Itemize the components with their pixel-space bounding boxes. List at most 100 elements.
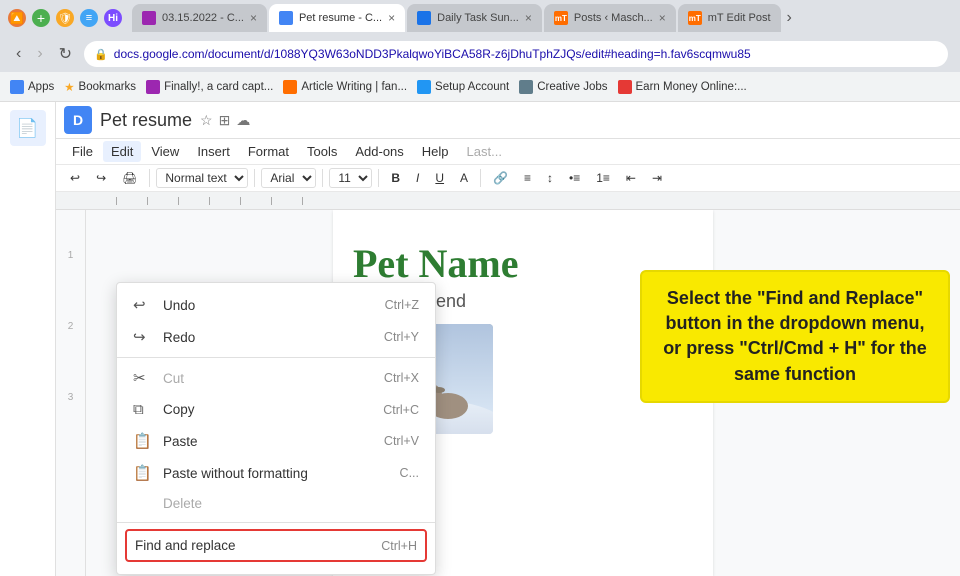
creative-favicon	[519, 80, 533, 94]
bookmark-creative[interactable]: Creative Jobs	[519, 80, 607, 94]
menu-help[interactable]: Help	[414, 141, 457, 162]
align-left-btn[interactable]: ≡	[518, 169, 537, 187]
separator-5	[480, 169, 481, 187]
tab-close-petresume[interactable]: ×	[388, 11, 395, 25]
redo-menu-icon: ↪	[133, 328, 153, 346]
content-with-overlay: 1 2 3 Pet Name My best friend	[56, 210, 960, 576]
redo-toolbar-btn[interactable]: ↪	[90, 169, 112, 187]
menu-file[interactable]: File	[64, 141, 101, 162]
apps-favicon	[10, 80, 24, 94]
text-color-btn[interactable]: A	[454, 169, 474, 187]
menu-item-paste[interactable]: 📋 Paste Ctrl+V	[117, 425, 435, 457]
bold-btn[interactable]: B	[385, 169, 406, 187]
reload-button[interactable]: ↻	[55, 42, 76, 66]
bookmark-setup[interactable]: Setup Account	[417, 80, 509, 94]
menu-item-undo[interactable]: ↩ Undo Ctrl+Z	[117, 289, 435, 321]
menu-format[interactable]: Format	[240, 141, 297, 162]
doc-title-icons: ☆ ⊞ ☁	[200, 112, 250, 129]
tab-label-posts: Posts ‹ Masch...	[574, 12, 653, 24]
doc-title-area: D Pet resume ☆ ⊞ ☁	[64, 106, 250, 134]
bullet-list-btn[interactable]: •≡	[563, 169, 586, 187]
move-icon[interactable]: ⊞	[219, 112, 231, 129]
tab-petresume[interactable]: Pet resume - C... ×	[269, 4, 405, 32]
menu-divider-1	[117, 357, 435, 358]
font-size-select[interactable]: 11	[329, 168, 372, 188]
margin-num-3: 3	[68, 392, 74, 403]
menu-item-cut[interactable]: ✂ Cut Ctrl+X	[117, 362, 435, 394]
edit-dropdown-menu: ↩ Undo Ctrl+Z ↪ Redo Ctrl+Y ✂ Cut Ctrl+X…	[116, 282, 436, 575]
star-title-icon[interactable]: ☆	[200, 112, 213, 129]
doc-area: D Pet resume ☆ ⊞ ☁ File Edit View Insert…	[56, 102, 960, 576]
star-icon: ★	[64, 80, 74, 94]
paste-noformat-shortcut: C...	[400, 466, 419, 480]
ruler-mark	[271, 197, 272, 205]
bookmark-bookmarks[interactable]: ★ Bookmarks	[64, 80, 136, 94]
menu-item-paste-label: Paste	[163, 434, 198, 449]
lock-icon: 🔒	[94, 48, 108, 61]
bookmark-apps[interactable]: Apps	[10, 80, 54, 94]
menu-item-delete[interactable]: Delete	[117, 489, 435, 518]
bookmark-finally[interactable]: Finally!, a card capt...	[146, 80, 273, 94]
earn-favicon	[618, 80, 632, 94]
forward-button[interactable]: ›	[33, 43, 46, 65]
font-select[interactable]: Arial	[261, 168, 316, 188]
indent-less-btn[interactable]: ⇤	[620, 169, 642, 187]
print-toolbar-btn[interactable]: 🖨	[116, 169, 143, 187]
ruler-mark	[116, 197, 117, 205]
tab-label-petresume: Pet resume - C...	[299, 12, 382, 24]
line-spacing-btn[interactable]: ↕	[541, 169, 559, 187]
tab-close-calendar[interactable]: ×	[250, 11, 257, 25]
docs-logo-icon: 📄	[16, 118, 38, 139]
menu-item-find-replace[interactable]: Find and replace Ctrl+H	[125, 529, 427, 562]
menu-edit[interactable]: Edit	[103, 141, 141, 162]
ruler	[56, 192, 960, 210]
url-bar[interactable]: 🔒 docs.google.com/document/d/1088YQ3W63o…	[84, 41, 948, 67]
tab-tasks[interactable]: Daily Task Sun... ×	[407, 4, 542, 32]
tab-close-posts[interactable]: ×	[659, 11, 666, 25]
tab-favicon-tasks	[417, 11, 431, 25]
sidebar-docs-icon[interactable]: 📄	[10, 110, 46, 146]
new-tab-icon[interactable]: +	[32, 9, 50, 27]
tab-close-tasks[interactable]: ×	[525, 11, 532, 25]
copy-shortcut: Ctrl+C	[383, 403, 419, 417]
menu-tools[interactable]: Tools	[299, 141, 345, 162]
separator-3	[322, 169, 323, 187]
margin-num-2: 2	[68, 321, 74, 332]
bookmark-article[interactable]: Article Writing | fan...	[283, 80, 407, 94]
tab-calendar[interactable]: 03.15.2022 - C... ×	[132, 4, 267, 32]
undo-toolbar-btn[interactable]: ↩	[64, 169, 86, 187]
normal-text-select[interactable]: Normal text	[156, 168, 248, 188]
cut-menu-icon: ✂	[133, 369, 153, 387]
menu-addons[interactable]: Add-ons	[347, 141, 411, 162]
format-toolbar: ↩ ↪ 🖨 Normal text Arial 11 B I U A 🔗 ≡ ↕	[56, 165, 960, 192]
tab-label-tasks: Daily Task Sun...	[437, 12, 519, 24]
main-area: 📄 D Pet resume ☆ ⊞ ☁ File Edit View Inse…	[0, 102, 960, 576]
tab-editpost[interactable]: mT mT Edit Post	[678, 4, 781, 32]
doc-left-margin: 1 2 3	[56, 210, 86, 576]
bookmark-earn[interactable]: Earn Money Online:...	[618, 80, 747, 94]
menu-item-copy[interactable]: ⧉ Copy Ctrl+C	[117, 394, 435, 425]
doc-sidebar: 📄	[0, 102, 56, 576]
menu-item-redo[interactable]: ↪ Redo Ctrl+Y	[117, 321, 435, 353]
copy-menu-icon: ⧉	[133, 401, 153, 418]
menu-insert[interactable]: Insert	[189, 141, 238, 162]
callout-box: Select the "Find and Replace" button in …	[640, 270, 950, 403]
menu-item-paste-noformat[interactable]: 📋 Paste without formatting C...	[117, 457, 435, 489]
menu-item-cut-label: Cut	[163, 371, 184, 386]
shield-icon: 🛡	[56, 9, 74, 27]
menu-view[interactable]: View	[143, 141, 187, 162]
browser-chrome: 🔼 + 🛡 ≡ Hi 03.15.2022 - C... × Pet resum…	[0, 0, 960, 102]
separator-2	[254, 169, 255, 187]
tab-favicon-gdoc	[279, 11, 293, 25]
italic-btn[interactable]: I	[410, 169, 425, 187]
back-button[interactable]: ‹	[12, 43, 25, 65]
menu-item-paste-noformat-label: Paste without formatting	[163, 466, 308, 481]
underline-btn[interactable]: U	[429, 169, 450, 187]
indent-more-btn[interactable]: ⇥	[646, 169, 668, 187]
numbered-list-btn[interactable]: 1≡	[590, 169, 616, 187]
more-tabs-icon[interactable]: ›	[787, 9, 792, 27]
menu-item-delete-label: Delete	[163, 496, 202, 511]
tab-posts[interactable]: mT Posts ‹ Masch... ×	[544, 4, 676, 32]
link-btn[interactable]: 🔗	[487, 169, 514, 187]
ruler-mark	[178, 197, 179, 205]
